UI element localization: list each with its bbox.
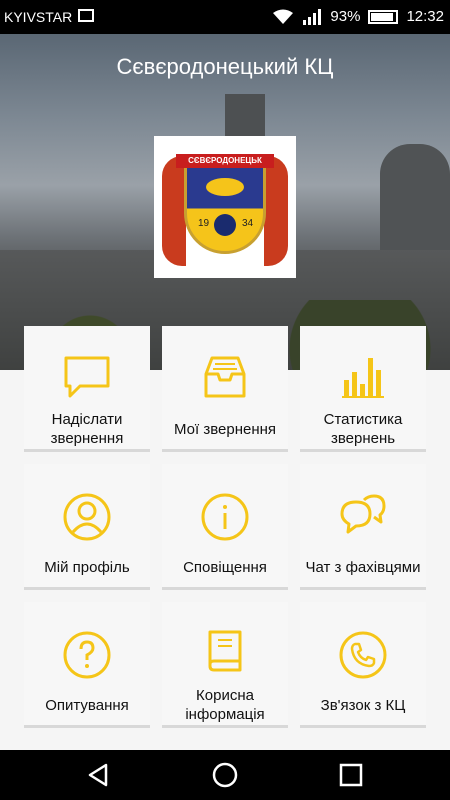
tile-surveys[interactable]: Опитування [24,602,150,728]
status-right: 93% 12:32 [272,8,444,25]
speech-bubble-icon [64,356,110,398]
clock: 12:32 [406,8,444,25]
status-bar: KYIVSTAR 93% 12:32 [0,0,450,34]
recent-apps-icon[interactable] [338,762,364,788]
bar-chart-icon [342,358,384,398]
carrier-name: KYIVSTAR [4,9,73,25]
back-icon[interactable] [86,762,112,788]
system-navigation-bar [0,750,450,800]
emblem-banner-text: СЄВЄРОДОНЕЦЬК [188,156,262,165]
tile-label: Мої звернення [173,421,277,438]
tile-label: Надіслати звернення [50,411,124,447]
wifi-icon [273,9,294,24]
tile-contact-center[interactable]: Зв'язок з КЦ [300,602,426,728]
tile-label: Чат з фахівцями [305,559,421,576]
signal-icon [303,8,322,25]
tile-send-appeal[interactable]: Надіслати звернення [24,326,150,452]
chat-bubbles-icon [340,494,386,534]
tile-label: Корисна інформація [185,687,265,723]
tile-label: Статистика звернень [323,411,403,447]
emblem-year-right: 34 [242,218,254,229]
info-icon [201,493,249,541]
tile-label: Зв'язок з КЦ [320,697,406,714]
tile-my-profile[interactable]: Мій профіль [24,464,150,590]
tile-label: Мій профіль [44,559,130,576]
book-icon [208,630,242,672]
tile-my-appeals[interactable]: Мої звернення [162,326,288,452]
tile-label: Сповіщення [183,559,267,576]
question-icon [63,631,111,679]
phone-icon [339,631,387,679]
tile-notifications[interactable]: Сповіщення [162,464,288,590]
emblem-year-left: 19 [198,218,210,229]
city-coat-of-arms-logo: СЄВЄРОДОНЕЦЬК 19 34 [154,136,296,278]
battery-percent: 93% [330,8,361,25]
user-profile-icon [63,493,111,541]
app-title: Сєвєродонецький КЦ [116,54,334,79]
inbox-tray-icon [204,356,246,398]
battery-icon [368,9,399,24]
tile-useful-information[interactable]: Корисна інформація [162,602,288,728]
home-icon[interactable] [212,762,238,788]
tile-appeal-statistics[interactable]: Статистика звернень [300,326,426,452]
tile-label: Опитування [45,697,129,714]
gallery-notification-icon [78,9,94,22]
tile-chat-with-specialists[interactable]: Чат з фахівцями [300,464,426,590]
